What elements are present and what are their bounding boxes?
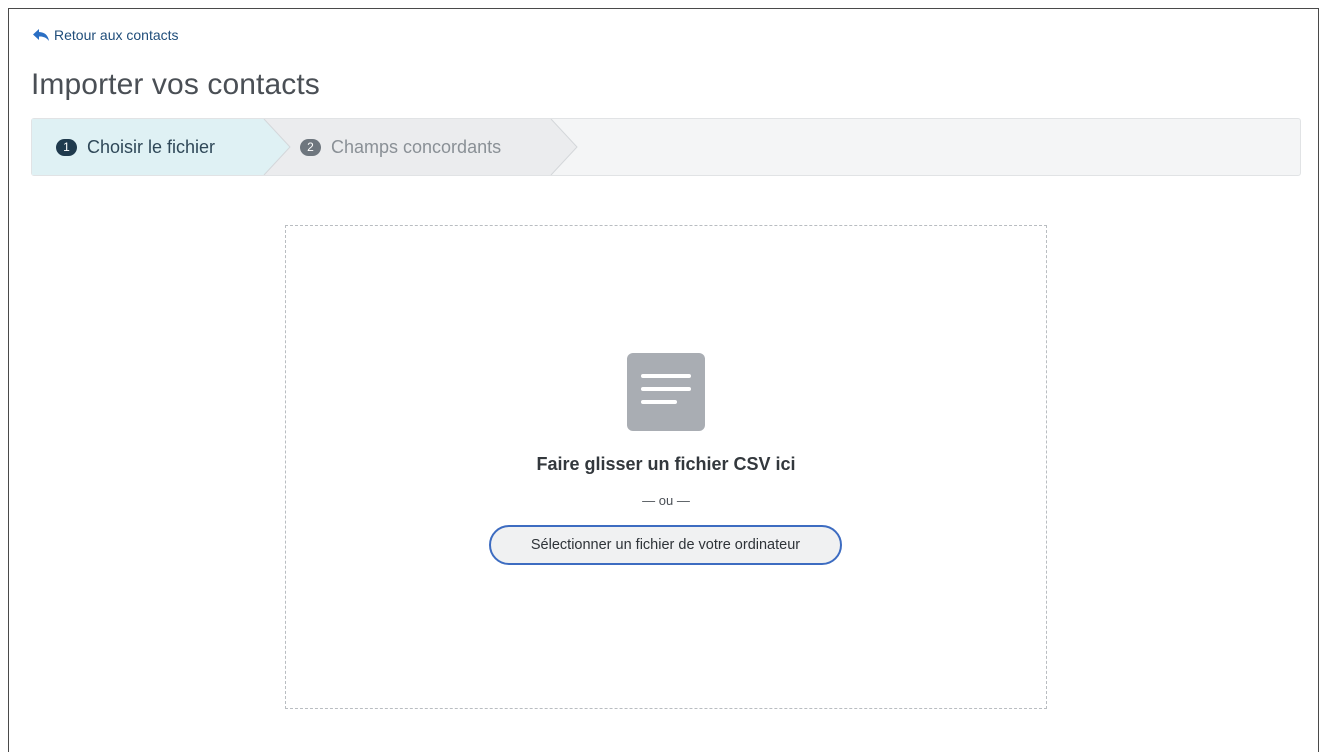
drop-instruction: Faire glisser un fichier CSV ici xyxy=(536,454,796,474)
csv-dropzone[interactable]: Faire glisser un fichier CSV ici — ou — … xyxy=(285,225,1047,709)
stepper-background xyxy=(32,119,578,175)
or-separator: — ou — xyxy=(642,493,690,508)
reply-arrow-icon xyxy=(32,28,50,42)
step-label: Champs concordants xyxy=(331,136,502,157)
step-label: Choisir le fichier xyxy=(87,136,216,157)
step-number-badge: 1 xyxy=(56,138,77,156)
document-icon xyxy=(627,353,705,431)
back-link-label: Retour aux contacts xyxy=(54,27,179,43)
back-to-contacts-link[interactable]: Retour aux contacts xyxy=(32,27,179,43)
import-stepper: 1 Choisir le fichier 2 Champs concordant… xyxy=(31,118,1301,176)
step-number-badge: 2 xyxy=(300,138,321,156)
step-choose-file[interactable]: 1 Choisir le fichier xyxy=(56,119,215,175)
page-title: Importer vos contacts xyxy=(31,68,320,101)
step-matching-fields[interactable]: 2 Champs concordants xyxy=(300,119,501,175)
select-file-button[interactable]: Sélectionner un fichier de votre ordinat… xyxy=(489,525,842,565)
